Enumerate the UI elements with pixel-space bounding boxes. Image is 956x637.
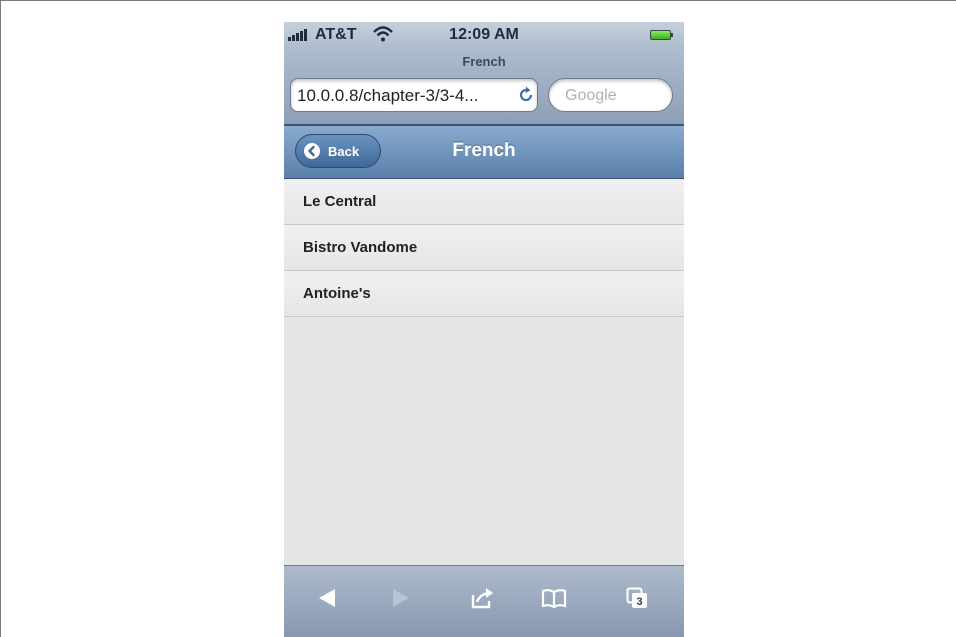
- tab-count: 3: [636, 596, 642, 608]
- frame-border-left: [0, 0, 1, 637]
- status-bar: AT&T 12:09 AM: [284, 22, 684, 48]
- bookmarks-icon[interactable]: [541, 586, 567, 615]
- list-item-label: Antoine's: [303, 285, 371, 302]
- url-field[interactable]: 10.0.0.8/chapter-3/3-4...: [290, 78, 538, 112]
- list-item[interactable]: Antoine's: [284, 271, 684, 317]
- list-item-label: Bistro Vandome: [303, 239, 418, 256]
- phone-screen: AT&T 12:09 AM French 10.0.0.8/chapter-3/…: [284, 22, 684, 637]
- search-field[interactable]: Google: [548, 78, 673, 112]
- app-toolbar: Back French: [284, 126, 684, 179]
- safari-address-bar: French 10.0.0.8/chapter-3/3-4... Google: [284, 48, 684, 126]
- reload-icon[interactable]: [517, 86, 535, 109]
- toolbar-title: French: [452, 140, 516, 161]
- list-item[interactable]: Bistro Vandome: [284, 225, 684, 271]
- nav-forward-icon[interactable]: [390, 586, 414, 615]
- safari-bottom-toolbar: 3: [284, 565, 684, 637]
- nav-back-icon[interactable]: [314, 586, 338, 615]
- list-item[interactable]: Le Central: [284, 179, 684, 225]
- share-icon[interactable]: [470, 586, 494, 615]
- pages-icon[interactable]: 3: [625, 586, 649, 615]
- page-title: French: [462, 54, 506, 69]
- url-text: 10.0.0.8/chapter-3/3-4...: [297, 86, 479, 105]
- battery-icon: [650, 30, 673, 40]
- search-placeholder: Google: [565, 87, 617, 104]
- list-item-label: Le Central: [303, 193, 377, 210]
- clock: 12:09 AM: [449, 26, 519, 43]
- restaurant-list: Le Central Bistro Vandome Antoine's: [284, 179, 684, 317]
- frame-border-top: [0, 0, 956, 1]
